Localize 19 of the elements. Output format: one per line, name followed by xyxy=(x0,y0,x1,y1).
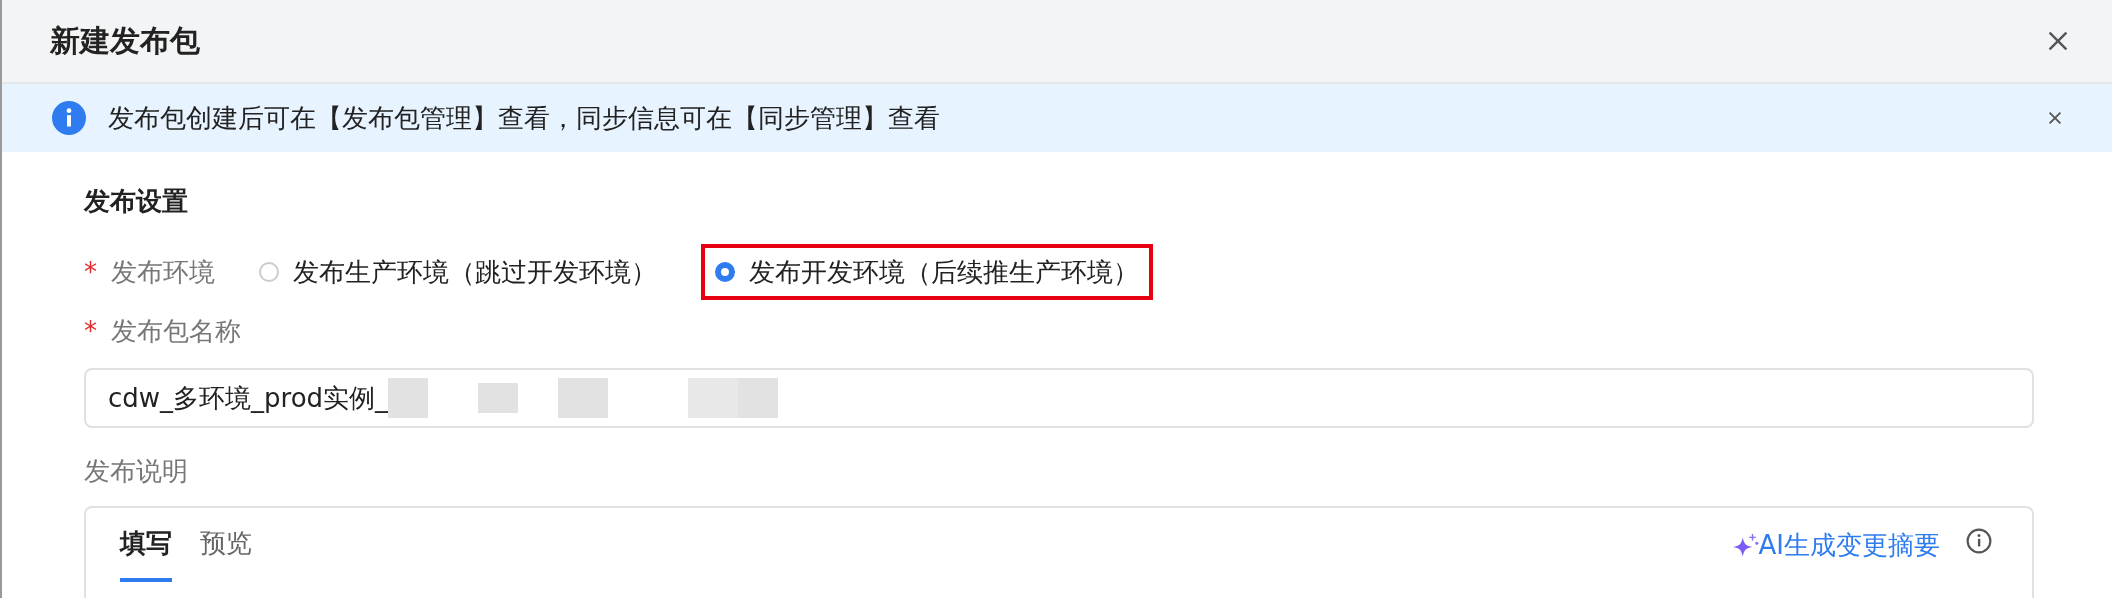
editor-tab[interactable]: 预览 xyxy=(200,526,252,582)
package-name-field[interactable]: cdw_多环境_prod实例_ xyxy=(84,368,2034,428)
info-icon xyxy=(52,101,86,135)
radio-option[interactable]: 发布生产环境（跳过开发环境） xyxy=(245,244,671,300)
alert-message: 发布包创建后可在【发布包管理】查看，同步信息可在【同步管理】查看 xyxy=(108,101,941,135)
radio-option[interactable]: 发布开发环境（后续推生产环境） xyxy=(701,244,1153,300)
close-icon[interactable] xyxy=(2046,29,2070,53)
field-label: 发布说明 xyxy=(84,455,189,488)
info-icon[interactable] xyxy=(1966,528,1992,554)
field-label: 发布环境 xyxy=(111,255,215,289)
field-label: 发布包名称 xyxy=(111,314,241,348)
close-icon[interactable] xyxy=(2046,109,2064,127)
required-mark: * xyxy=(84,257,97,287)
sparkle-icon xyxy=(1732,532,1759,559)
required-mark: * xyxy=(84,316,97,346)
ai-summary-link[interactable]: AI生成变更摘要 xyxy=(1732,528,1940,563)
editor-tab[interactable]: 填写 xyxy=(120,526,172,582)
section-title: 发布设置 xyxy=(84,185,189,218)
dialog-title: 新建发布包 xyxy=(50,21,200,60)
